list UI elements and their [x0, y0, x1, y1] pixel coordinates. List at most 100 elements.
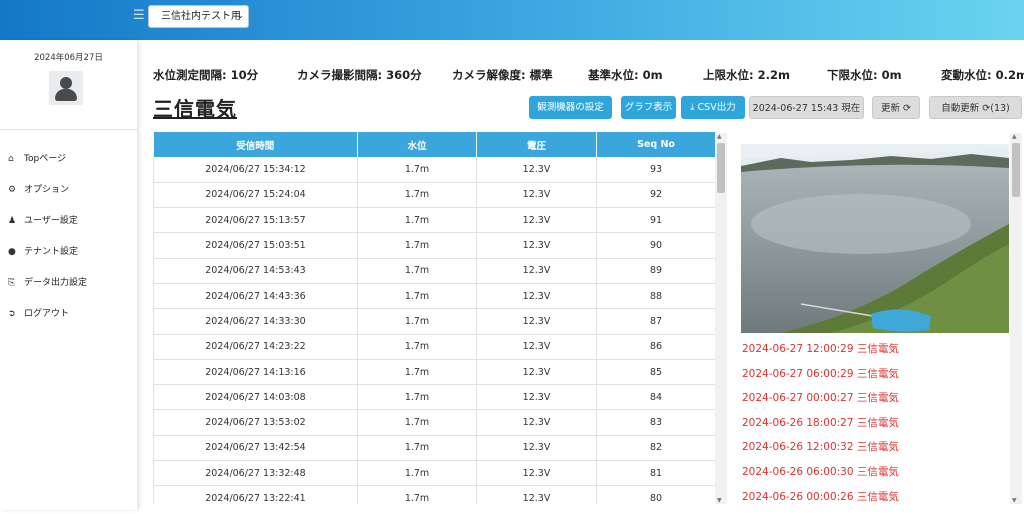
- sidebar-item-logout[interactable]: ➲ ログアウト: [0, 307, 137, 338]
- table-cell: 1.7m: [357, 258, 477, 284]
- table-cell: 89: [596, 258, 716, 284]
- scroll-down-icon[interactable]: ▼: [717, 497, 722, 504]
- table-scrollbar[interactable]: ▲ ▼: [715, 133, 727, 504]
- table-cell: 1.7m: [357, 334, 477, 360]
- table-cell: 12.3V: [476, 435, 597, 462]
- table-row: 2024/06/27 15:03:51 1.7m 12.3V 90: [153, 232, 716, 259]
- table-row: 2024/06/27 14:43:36 1.7m 12.3V 88: [153, 283, 716, 310]
- table-row: 2024/06/27 14:33:30 1.7m 12.3V 87: [153, 308, 716, 335]
- table-cell: 2024/06/27 14:13:16: [153, 359, 358, 386]
- table-cell: 92: [596, 182, 716, 209]
- scroll-up-icon[interactable]: ▲: [717, 133, 722, 140]
- param-upper-limit: 上限水位: 2.2m: [703, 68, 790, 82]
- camera-log-link[interactable]: 2024-06-27 00:00:27 三信電気: [742, 391, 1010, 416]
- table-cell: 12.3V: [476, 258, 597, 284]
- download-icon: ⤓: [690, 102, 695, 113]
- sidebar-item-options[interactable]: ⚙ オプション: [0, 183, 137, 214]
- table-cell: 1.7m: [357, 308, 477, 335]
- table-cell: 2024/06/27 13:42:54: [153, 435, 358, 462]
- page-title: 三信電気: [153, 97, 237, 121]
- column-header: Seq No: [596, 132, 716, 157]
- graph-button[interactable]: グラフ表示: [621, 96, 676, 119]
- table-row: 2024/06/27 13:53:02 1.7m 12.3V 83: [153, 409, 716, 436]
- camera-image: [741, 144, 1009, 333]
- table-cell: 2024/06/27 14:03:08: [153, 384, 358, 411]
- table-row: 2024/06/27 15:34:12 1.7m 12.3V 93: [153, 157, 716, 183]
- table-cell: 1.7m: [357, 409, 477, 436]
- user-icon-body: [55, 89, 77, 101]
- camera-log-link[interactable]: 2024-06-26 06:00:30 三信電気: [742, 465, 1010, 490]
- column-header: 水位: [357, 132, 477, 157]
- sidebar-divider: [0, 129, 137, 130]
- table-cell: 2024/06/27 13:22:41: [153, 485, 358, 504]
- table-cell: 12.3V: [476, 308, 597, 335]
- table-cell: 12.3V: [476, 232, 597, 259]
- table-cell: 2024/06/27 15:24:04: [153, 182, 358, 209]
- device-settings-button[interactable]: 観測機器の設定: [529, 96, 612, 119]
- table-cell: 1.7m: [357, 435, 477, 462]
- table-row: 2024/06/27 15:13:57 1.7m 12.3V 91: [153, 207, 716, 234]
- camera-log-link[interactable]: 2024-06-27 06:00:29 三信電気: [742, 367, 1010, 392]
- auto-refresh-button[interactable]: 自動更新 ⟳(13): [929, 96, 1022, 119]
- sidebar-item-tenant-settings[interactable]: ● テナント設定: [0, 245, 137, 276]
- refresh-button-label: 更新: [880, 103, 900, 114]
- param-resolution: カメラ解像度: 標準: [452, 68, 553, 82]
- table-cell: 84: [596, 384, 716, 411]
- table-cell: 2024/06/27 15:13:57: [153, 207, 358, 234]
- chevron-down-icon: ⌄: [236, 11, 244, 21]
- table-cell: 91: [596, 207, 716, 234]
- sidebar-item-label: ログアウト: [24, 309, 70, 319]
- sidebar-item-data-export[interactable]: ⎘ データ出力設定: [0, 276, 137, 307]
- page-scrollbar[interactable]: ▲ ▼: [1010, 133, 1022, 504]
- scrollbar-thumb[interactable]: [717, 143, 725, 193]
- sidebar-nav: ⌂ Topページ ⚙ オプション ♟ ユーザー設定 ● テナント設定 ⎘ データ…: [0, 152, 137, 338]
- param-camera-interval: カメラ撮影間隔: 360分: [297, 68, 422, 82]
- map-pin-icon: ●: [8, 247, 16, 257]
- table-cell: 1.7m: [357, 283, 477, 310]
- auto-refresh-count: (13): [990, 103, 1010, 114]
- camera-log-list: 2024-06-27 12:00:29 三信電気 2024-06-27 06:00…: [742, 342, 1010, 514]
- param-lower-limit: 下限水位: 0m: [827, 68, 902, 82]
- sidebar-item-label: データ出力設定: [24, 278, 88, 288]
- sidebar-item-user-settings[interactable]: ♟ ユーザー設定: [0, 214, 137, 245]
- column-header: 電圧: [476, 132, 597, 157]
- table-row: 2024/06/27 14:53:43 1.7m 12.3V 89: [153, 258, 716, 284]
- camera-log-link[interactable]: 2024-06-27 12:00:29 三信電気: [742, 342, 1010, 367]
- table-cell: 12.3V: [476, 460, 597, 487]
- tenant-select-value: 三信社内テスト用: [161, 11, 241, 22]
- csv-button-label: CSV出力: [697, 102, 736, 113]
- table-cell: 1.7m: [357, 232, 477, 259]
- param-base-level: 基準水位: 0m: [588, 68, 663, 82]
- table-cell: 12.3V: [476, 182, 597, 209]
- sidebar: 2024年06月27日 ⌂ Topページ ⚙ オプション ♟ ユーザー設定 ● …: [0, 40, 137, 510]
- table-cell: 87: [596, 308, 716, 335]
- camera-log-link[interactable]: 2024-06-26 00:00:26 三信電気: [742, 490, 1010, 514]
- table-cell: 2024/06/27 15:03:51: [153, 232, 358, 259]
- table-cell: 2024/06/27 14:23:22: [153, 334, 358, 360]
- table-cell: 93: [596, 157, 716, 183]
- table-cell: 85: [596, 359, 716, 386]
- refresh-button[interactable]: 更新 ⟳: [872, 96, 920, 119]
- current-time-badge: 2024-06-27 15:43 現在: [749, 96, 864, 119]
- table-cell: 1.7m: [357, 157, 477, 183]
- table-cell: 1.7m: [357, 207, 477, 234]
- table-cell: 2024/06/27 13:53:02: [153, 409, 358, 436]
- table-row: 2024/06/27 13:32:48 1.7m 12.3V 81: [153, 460, 716, 487]
- table-cell: 1.7m: [357, 182, 477, 209]
- scroll-up-icon[interactable]: ▲: [1012, 133, 1017, 140]
- param-change-level: 変動水位: 0.2m: [941, 68, 1024, 82]
- table-cell: 1.7m: [357, 485, 477, 504]
- tenant-select[interactable]: 三信社内テスト用 ⌄: [148, 5, 249, 28]
- camera-log-link[interactable]: 2024-06-26 12:00:32 三信電気: [742, 440, 1010, 465]
- camera-log-link[interactable]: 2024-06-26 18:00:27 三信電気: [742, 416, 1010, 441]
- scrollbar-thumb[interactable]: [1012, 143, 1020, 197]
- measurement-table[interactable]: 受信時間 水位 電圧 Seq No 2024/06/27 15:34:12 1.7…: [153, 132, 727, 504]
- sidebar-item-top[interactable]: ⌂ Topページ: [0, 152, 137, 183]
- scroll-down-icon[interactable]: ▼: [1012, 497, 1017, 504]
- hamburger-icon[interactable]: ☰: [133, 8, 145, 23]
- table-cell: 12.3V: [476, 485, 597, 504]
- table-cell: 1.7m: [357, 460, 477, 487]
- table-cell: 12.3V: [476, 384, 597, 411]
- param-interval: 水位測定間隔: 10分: [153, 68, 259, 82]
- csv-button[interactable]: ⤓ CSV出力: [681, 96, 745, 119]
